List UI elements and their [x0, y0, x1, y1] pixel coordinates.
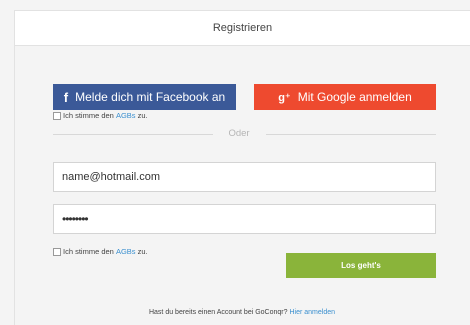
password-value: ••••••••: [62, 212, 89, 226]
terms-prefix-form: Ich stimme den: [63, 247, 114, 256]
email-value: name@hotmail.com: [62, 171, 160, 183]
google-signup-button[interactable]: g⁺ Mit Google anmelden: [254, 84, 436, 110]
terms-suffix-form: zu.: [137, 247, 148, 256]
google-plus-icon: g⁺: [278, 91, 291, 104]
facebook-icon: f: [63, 89, 69, 105]
terms-link[interactable]: AGBs: [116, 111, 136, 120]
facebook-button-label: Melde dich mit Facebook an: [75, 90, 226, 104]
terms-checkbox-form[interactable]: [53, 247, 61, 256]
divider-line-right: [266, 134, 436, 135]
terms-link-form[interactable]: AGBs: [116, 247, 136, 256]
login-question: Hast du bereits einen Account bei GoConq…: [148, 309, 290, 316]
terms-suffix: zu.: [137, 111, 148, 120]
terms-checkbox[interactable]: [53, 111, 61, 120]
or-divider-label: Oder: [228, 128, 250, 139]
submit-button-label: Los geht's: [341, 261, 381, 270]
page-header: Registrieren: [14, 10, 470, 46]
login-prompt: Hast du bereits einen Account bei GoConq…: [14, 309, 470, 316]
submit-button[interactable]: Los geht's: [286, 253, 436, 278]
terms-agreement-social: Ich stimme den AGBs zu.: [53, 111, 148, 120]
facebook-signup-button[interactable]: f Melde dich mit Facebook an: [53, 84, 236, 110]
login-link[interactable]: Hier anmelden: [289, 309, 335, 316]
password-field[interactable]: ••••••••: [53, 204, 436, 234]
terms-agreement-form: Ich stimme den AGBs zu.: [53, 247, 148, 256]
email-field[interactable]: name@hotmail.com: [53, 162, 436, 192]
page-title: Registrieren: [212, 22, 273, 34]
divider-line-left: [53, 134, 213, 135]
terms-prefix: Ich stimme den: [63, 111, 114, 120]
google-button-label: Mit Google anmelden: [297, 90, 412, 104]
